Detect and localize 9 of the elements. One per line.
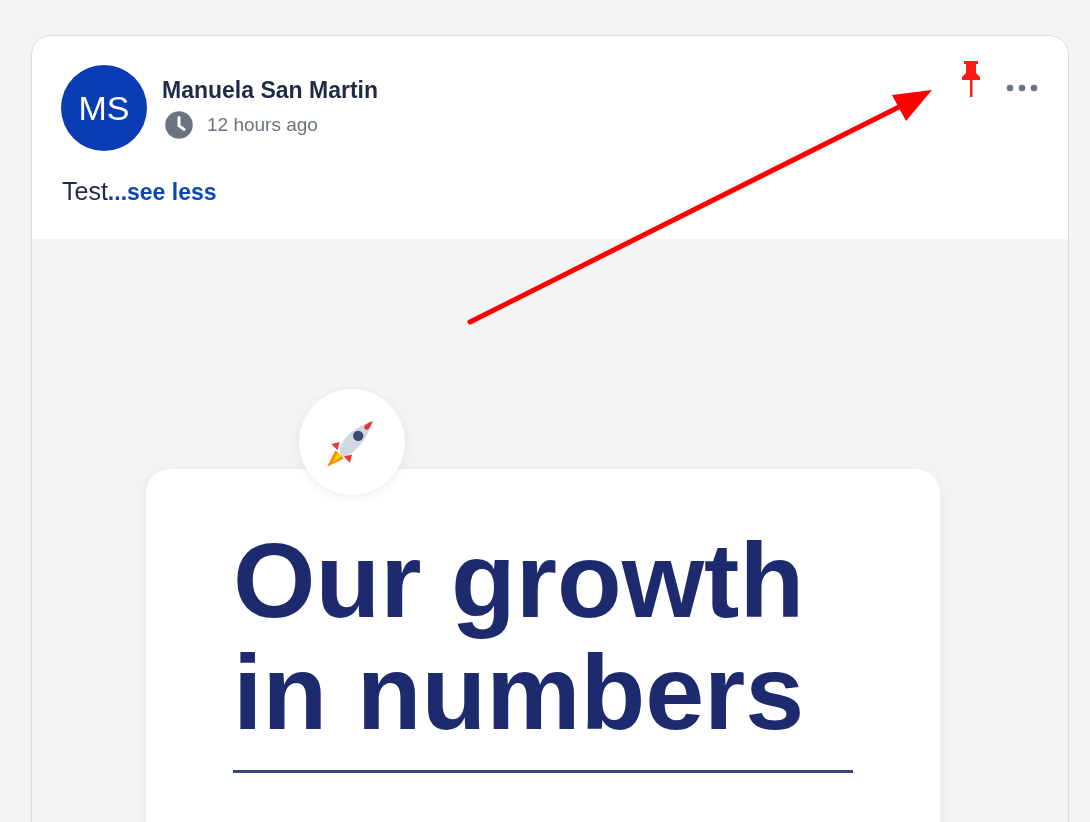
post-time: 12 hours ago (207, 114, 318, 136)
image-heading: Our growth in numbers (233, 524, 805, 748)
author-name[interactable]: Manuela San Martin (162, 77, 378, 104)
post-text: Test (62, 177, 108, 205)
avatar[interactable]: MS (61, 65, 147, 151)
see-less-link[interactable]: ...see less (107, 179, 217, 205)
more-icon[interactable] (1006, 84, 1038, 92)
pin-icon[interactable] (959, 59, 983, 99)
clock-icon (164, 110, 194, 140)
